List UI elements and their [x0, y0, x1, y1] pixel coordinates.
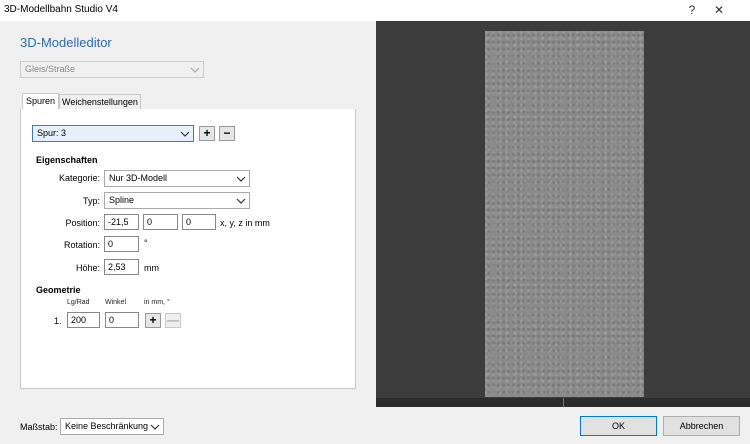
- tab-spuren[interactable]: Spuren: [22, 93, 59, 110]
- cancel-button[interactable]: Abbrechen: [663, 416, 740, 436]
- add-spur-button[interactable]: +: [199, 126, 215, 141]
- position-unit: x, y, z in mm: [220, 218, 270, 228]
- geometrie-col-lgrad: Lg/Rad: [67, 299, 90, 306]
- help-button[interactable]: ?: [679, 2, 705, 19]
- typ-select[interactable]: Spline: [104, 192, 250, 209]
- hoehe-unit: mm: [144, 263, 159, 273]
- close-button[interactable]: ✕: [706, 2, 732, 19]
- kategorie-value: Nur 3D-Modell: [109, 173, 168, 183]
- object-type-select[interactable]: Gleis/Straße: [20, 61, 204, 78]
- hoehe-input[interactable]: 2,53: [104, 259, 139, 275]
- spur-select[interactable]: Spur: 3: [32, 125, 194, 142]
- rotation-input[interactable]: 0: [104, 236, 139, 252]
- window-title: 3D-Modellbahn Studio V4: [4, 4, 118, 15]
- kategorie-select[interactable]: Nur 3D-Modell: [104, 170, 250, 187]
- massstab-label: Maßstab:: [20, 422, 58, 432]
- chevron-down-icon: [190, 67, 200, 73]
- position-z-input[interactable]: 0: [182, 214, 216, 230]
- geometrie-lgrad-input[interactable]: 200: [67, 312, 100, 328]
- viewport-axis-line: [563, 398, 564, 407]
- position-label: Position:: [65, 218, 100, 228]
- geometrie-heading: Geometrie: [36, 285, 81, 295]
- typ-label: Typ:: [82, 196, 100, 206]
- chevron-down-icon: [236, 198, 246, 204]
- rotation-label: Rotation:: [63, 240, 100, 250]
- remove-segment-button[interactable]: —: [165, 313, 181, 328]
- rotation-unit: °: [144, 238, 148, 248]
- geometrie-winkel-input[interactable]: 0: [105, 312, 139, 328]
- eigenschaften-heading: Eigenschaften: [36, 155, 98, 165]
- object-type-value: Gleis/Straße: [25, 64, 76, 74]
- typ-value: Spline: [109, 195, 135, 205]
- geometrie-col-unit: in mm, °: [144, 299, 170, 306]
- hoehe-label: Höhe:: [75, 263, 100, 273]
- position-x-input[interactable]: -21,5: [104, 214, 139, 230]
- remove-spur-button[interactable]: −: [219, 126, 235, 141]
- tab-weichenstellungen[interactable]: Weichenstellungen: [59, 94, 141, 110]
- geometrie-col-winkel: Winkel: [105, 299, 127, 306]
- ok-button[interactable]: OK: [580, 416, 657, 436]
- chevron-down-icon: [180, 131, 190, 137]
- geometrie-row-index: 1.: [54, 316, 62, 326]
- massstab-select[interactable]: Keine Beschränkung: [60, 418, 164, 435]
- chevron-down-icon: [150, 424, 160, 430]
- spur-select-value: Spur: 3: [37, 128, 67, 138]
- track-model-preview[interactable]: [485, 31, 644, 397]
- position-y-input[interactable]: 0: [143, 214, 178, 230]
- editor-title: 3D-Modelleditor: [20, 35, 112, 50]
- chevron-down-icon: [236, 176, 246, 182]
- kategorie-label: Kategorie:: [58, 173, 100, 183]
- add-segment-button[interactable]: +: [145, 313, 161, 328]
- massstab-value: Keine Beschränkung: [65, 421, 149, 431]
